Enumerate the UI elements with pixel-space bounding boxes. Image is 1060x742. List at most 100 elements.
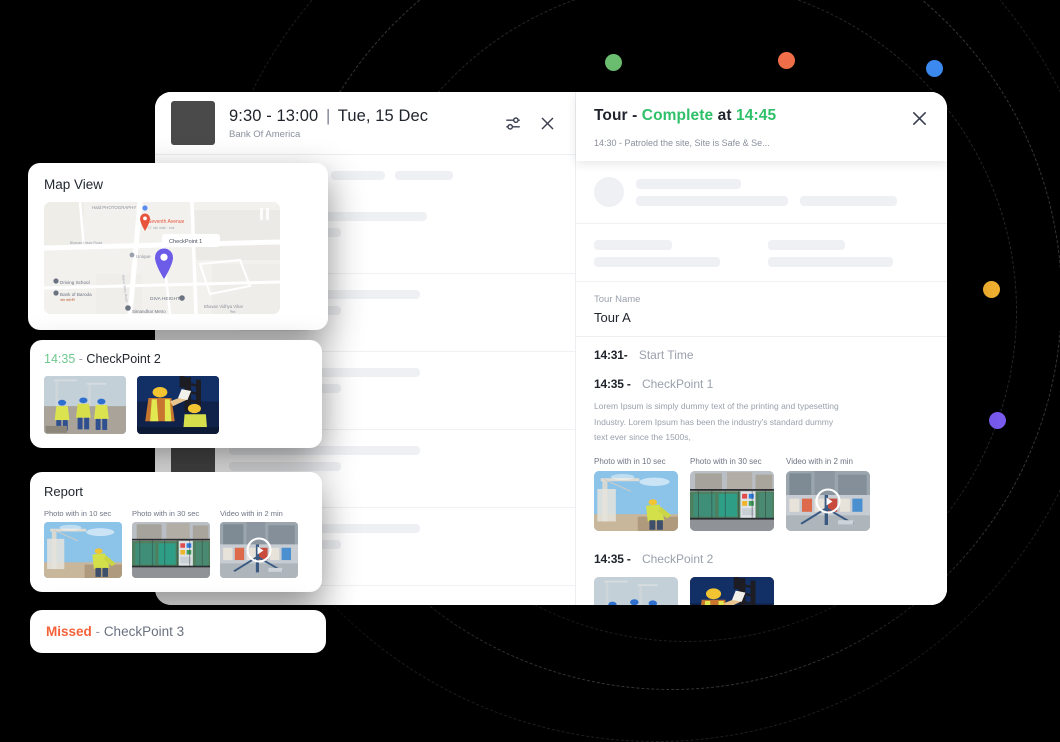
svg-text:Bhavan Vidhya Vihar: Bhavan Vidhya Vihar [204, 304, 244, 309]
checkpoint-heading: 14:35 - CheckPoint 2 [594, 552, 929, 566]
photo-thumbnail[interactable] [137, 376, 219, 434]
tour-status-title: Tour - Complete at 14:45 [594, 107, 910, 125]
detail-user-skeleton [576, 161, 947, 224]
checkpoint-time: 14:31- [594, 348, 628, 362]
dot-orange [778, 52, 795, 69]
media-caption: Photo with in 30 sec [132, 509, 200, 518]
tour-complete-time: 14:45 [736, 107, 777, 124]
svg-text:Unique: Unique [136, 254, 151, 259]
photo-thumbnail[interactable] [132, 522, 210, 578]
missed-heading: Missed - CheckPoint 3 [46, 624, 310, 639]
dot-yellow [983, 281, 1000, 298]
checkpoint2-card[interactable]: 14:35 - CheckPoint 2 [30, 340, 322, 448]
tour-name-value: Tour A [594, 310, 631, 325]
video-thumbnail[interactable] [786, 471, 870, 532]
play-icon[interactable] [815, 488, 841, 514]
svg-text:Seventh Avenue: Seventh Avenue [148, 219, 185, 225]
avatar [594, 177, 624, 207]
play-icon[interactable] [246, 537, 272, 563]
report-title: Report [44, 484, 84, 499]
tour-name-field: Tour Name Tour A [576, 282, 947, 337]
media-item[interactable]: Photo with in 10 sec [594, 457, 678, 532]
report-media-list[interactable]: Photo with in 10 sec Photo with in 30 se… [44, 509, 308, 578]
svg-text:Simandhar Metro: Simandhar Metro [132, 309, 166, 314]
svg-text:DIVA HEIGHTS: DIVA HEIGHTS [150, 296, 183, 302]
svg-text:CheckPoint 1: CheckPoint 1 [169, 239, 202, 245]
checkpoint-media-list[interactable] [594, 577, 929, 605]
dot-blue [926, 60, 943, 77]
detail-panel-header: Tour - Complete at 14:45 14:30 - Patrole… [576, 92, 947, 161]
photo-thumbnail[interactable] [690, 471, 774, 532]
svg-text:Hald PHOTOGRAPHY: Hald PHOTOGRAPHY [92, 205, 136, 210]
close-icon[interactable] [910, 109, 929, 133]
photo-thumbnail[interactable] [44, 376, 126, 434]
dot-green [605, 54, 622, 71]
tour-name-label: Tour Name [594, 294, 641, 305]
media-item[interactable]: Video with in 2 min [220, 509, 298, 578]
svg-text:आइ आई की: आइ आई की [60, 298, 75, 302]
media-item[interactable] [594, 577, 678, 605]
media-item[interactable]: Photo with in 30 sec [690, 457, 774, 532]
photo-thumbnail[interactable] [594, 471, 678, 532]
svg-text:विद्या: विद्या [230, 310, 236, 314]
checkpoint-media-list[interactable]: Photo with in 10 sec Photo with in 30 se… [594, 457, 929, 537]
missed-dash: - [95, 624, 101, 639]
checkpoint-event: 14:35 - CheckPoint 1 Lorem Ipsum is simp… [576, 366, 947, 541]
media-caption: Video with in 2 min [786, 457, 853, 467]
svg-text:Bank of Baroda: Bank of Baroda [60, 292, 92, 297]
media-item[interactable]: Photo with in 10 sec [44, 509, 122, 578]
map-pin-label: CheckPoint 1 [162, 234, 220, 247]
header-text-group: 9:30 - 13:00 | Tue, 15 Dec Bank Of Ameri… [229, 107, 503, 140]
media-item[interactable] [690, 577, 774, 605]
checkpoint-name: CheckPoint 1 [641, 377, 714, 391]
media-caption: Video with in 2 min [220, 509, 283, 518]
page-title: 9:30 - 13:00 | Tue, 15 Dec [229, 107, 503, 126]
close-icon[interactable] [537, 113, 557, 133]
main-panel-header: 9:30 - 13:00 | Tue, 15 Dec Bank Of Ameri… [155, 92, 575, 155]
shift-time: 9:30 - 13:00 [229, 106, 319, 125]
report-card[interactable]: Report Photo with in 10 sec Photo with i… [30, 472, 322, 592]
media-item[interactable]: Video with in 2 min [786, 457, 870, 532]
svg-text:Bhavan Utsav Road: Bhavan Utsav Road [70, 241, 102, 245]
sliders-icon[interactable] [503, 113, 523, 133]
checkpoint-heading: 14:31- Start Time [594, 348, 929, 362]
checkpoint2-images[interactable] [44, 376, 308, 434]
checkpoint-time: 14:35 - [594, 377, 631, 391]
detail-meta-skeleton [576, 224, 947, 282]
map-view-card[interactable]: Map View Hald PHOTOGRAPHY Seventh Avenue… [28, 163, 328, 330]
detail-panel-body[interactable]: Tour Name Tour A 14:31- Start Time 14:35… [576, 161, 947, 605]
checkpoint-heading: 14:35 - CheckPoint 1 [594, 377, 929, 391]
photo-thumbnail[interactable] [44, 522, 122, 578]
video-thumbnail[interactable] [220, 522, 298, 578]
checkpoint2-heading: 14:35 - CheckPoint 2 [44, 352, 308, 366]
at-label: at [717, 107, 732, 124]
scene: 9:30 - 13:00 | Tue, 15 Dec Bank Of Ameri… [0, 0, 1060, 742]
svg-text:17 min walk · smt: 17 min walk · smt [148, 226, 174, 230]
checkpoint-events: 14:31- Start Time 14:35 - CheckPoint 1 L… [576, 337, 947, 605]
missed-status: Missed [46, 624, 92, 639]
map-graphic: Hald PHOTOGRAPHY Seventh Avenue 17 min w… [44, 202, 280, 314]
map-view-title: Map View [44, 177, 104, 192]
photo-thumbnail[interactable] [690, 577, 774, 605]
checkpoint2-time: 14:35 [44, 352, 76, 366]
checkpoint-name: Start Time [638, 348, 694, 362]
checkpoint-time: 14:35 - [594, 552, 631, 567]
map-canvas[interactable]: Hald PHOTOGRAPHY Seventh Avenue 17 min w… [44, 202, 280, 314]
photo-thumbnail[interactable] [594, 577, 678, 605]
header-thumbnail [171, 101, 215, 145]
detail-panel: Tour - Complete at 14:45 14:30 - Patrole… [576, 92, 947, 605]
tour-prefix: Tour - [594, 107, 638, 124]
dot-purple [989, 412, 1006, 429]
checkpoint-name: CheckPoint 2 [641, 552, 714, 567]
header-actions [503, 113, 557, 133]
tour-status: Complete [641, 107, 714, 124]
tour-note: 14:30 - Patroled the site, Site is Safe … [594, 138, 770, 148]
checkpoint2-dash: - [78, 352, 83, 366]
site-name: Bank Of America [229, 128, 301, 140]
shift-date: Tue, 15 Dec [337, 106, 429, 125]
media-item[interactable]: Photo with in 30 sec [132, 509, 210, 578]
media-caption: Photo with in 10 sec [594, 457, 666, 467]
title-separator: | [325, 106, 331, 125]
media-caption: Photo with in 30 sec [690, 457, 762, 467]
missed-card[interactable]: Missed - CheckPoint 3 [30, 610, 326, 653]
